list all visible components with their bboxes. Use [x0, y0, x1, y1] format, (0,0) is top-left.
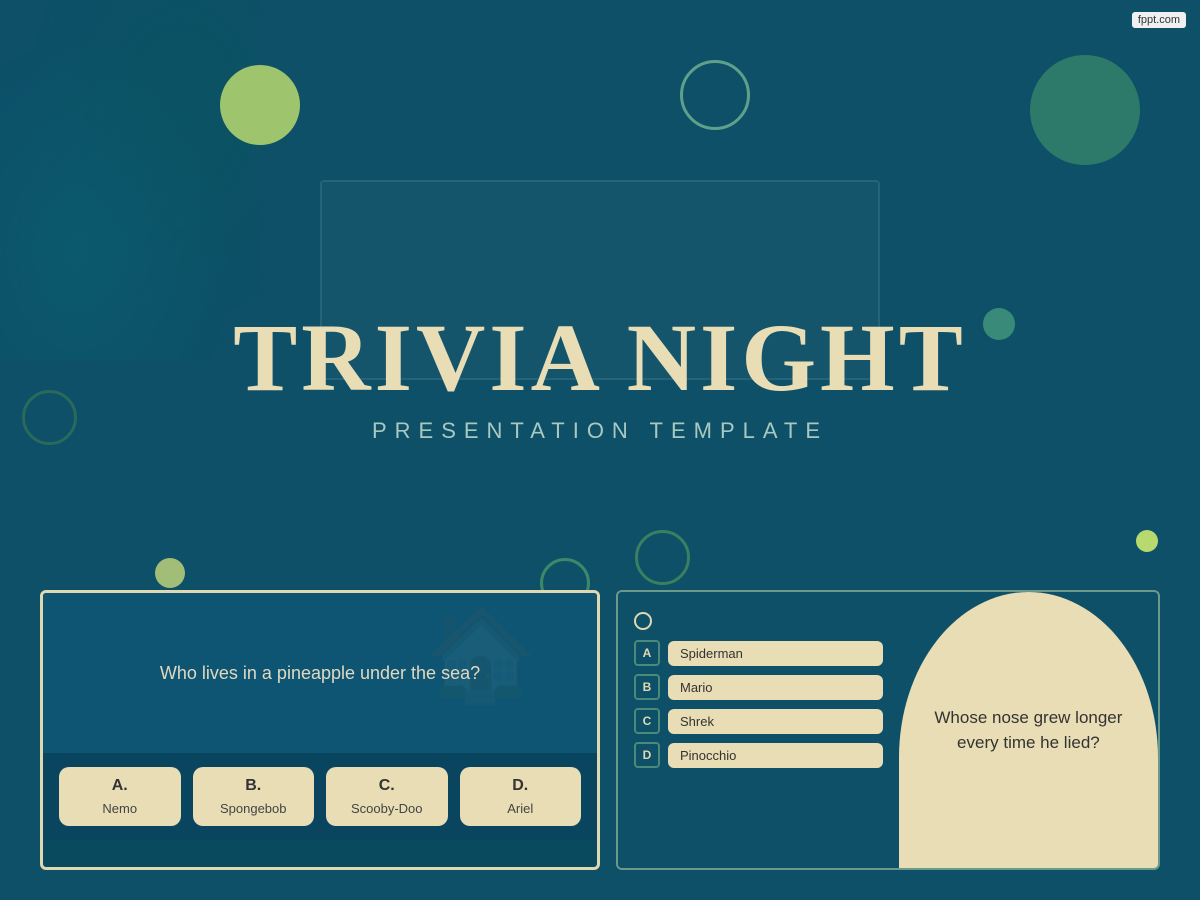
circle-outline-mid-decoration: [680, 60, 750, 130]
circle-teal-large-decoration: [1030, 55, 1140, 165]
slide2-answer-d-text: Pinocchio: [668, 743, 883, 768]
watermark: fppt.com: [1132, 12, 1186, 28]
slides-container: 🏠 Who lives in a pineapple under the sea…: [40, 590, 1160, 870]
slide1-answer-b-letter: B.: [245, 777, 261, 795]
slide1-answer-c-text: Scooby-Doo: [351, 801, 423, 816]
background-coral-decoration: [0, 0, 260, 360]
title-section: TRIVIA NIGHT PRESENTATION TEMPLATE: [0, 310, 1200, 444]
slide2-answer-b-row: B Mario: [634, 674, 883, 700]
slide1-answer-d: D. Ariel: [460, 767, 582, 826]
slide1-answer-d-text: Ariel: [507, 801, 533, 816]
slide1-answers: A. Nemo B. Spongebob C. Scooby-Doo D. Ar…: [43, 753, 597, 840]
slide2-answer-d-row: D Pinocchio: [634, 742, 883, 768]
slide2-answer-c-text: Shrek: [668, 709, 883, 734]
slide1-answer-d-letter: D.: [512, 777, 528, 795]
circle-lime-decoration: [220, 65, 300, 145]
slide2-answer-c-badge: C: [634, 708, 660, 734]
slide2-answer-c-row: C Shrek: [634, 708, 883, 734]
slide2-answer-list: A Spiderman B Mario C Shrek D Pinocchio: [634, 640, 883, 768]
slide-2: A Spiderman B Mario C Shrek D Pinocchio …: [616, 590, 1160, 870]
main-title: TRIVIA NIGHT: [0, 310, 1200, 406]
slide2-answers-area: A Spiderman B Mario C Shrek D Pinocchio: [618, 592, 899, 868]
slide2-circle-decoration: [634, 612, 652, 630]
slide1-answer-a: A. Nemo: [59, 767, 181, 826]
slide1-answer-b-text: Spongebob: [220, 801, 287, 816]
slide2-question-area: Whose nose grew longer every time he lie…: [899, 592, 1158, 868]
slide1-answer-a-letter: A.: [112, 777, 128, 795]
slide1-answer-c: C. Scooby-Doo: [326, 767, 448, 826]
slide2-question-text: Whose nose grew longer every time he lie…: [919, 705, 1138, 756]
slide1-answer-c-letter: C.: [379, 777, 395, 795]
subtitle: PRESENTATION TEMPLATE: [0, 418, 1200, 444]
slide1-bg-icon: 🏠: [425, 603, 537, 708]
slide2-answer-b-text: Mario: [668, 675, 883, 700]
slide2-answer-a-text: Spiderman: [668, 641, 883, 666]
slide1-question-area: 🏠 Who lives in a pineapple under the sea…: [43, 593, 597, 753]
slide2-answer-a-row: A Spiderman: [634, 640, 883, 666]
circle-small-yellow-left-decoration: [155, 558, 185, 588]
slide-1: 🏠 Who lives in a pineapple under the sea…: [40, 590, 600, 870]
slide1-answer-b: B. Spongebob: [193, 767, 315, 826]
circle-yellow-right-decoration: [1136, 530, 1158, 552]
slide1-question-text: Who lives in a pineapple under the sea?: [120, 660, 520, 687]
circle-outline-slide2-decoration: [635, 530, 690, 585]
slide1-answer-a-text: Nemo: [102, 801, 137, 816]
slide2-answer-a-badge: A: [634, 640, 660, 666]
slide2-answer-b-badge: B: [634, 674, 660, 700]
slide2-answer-d-badge: D: [634, 742, 660, 768]
